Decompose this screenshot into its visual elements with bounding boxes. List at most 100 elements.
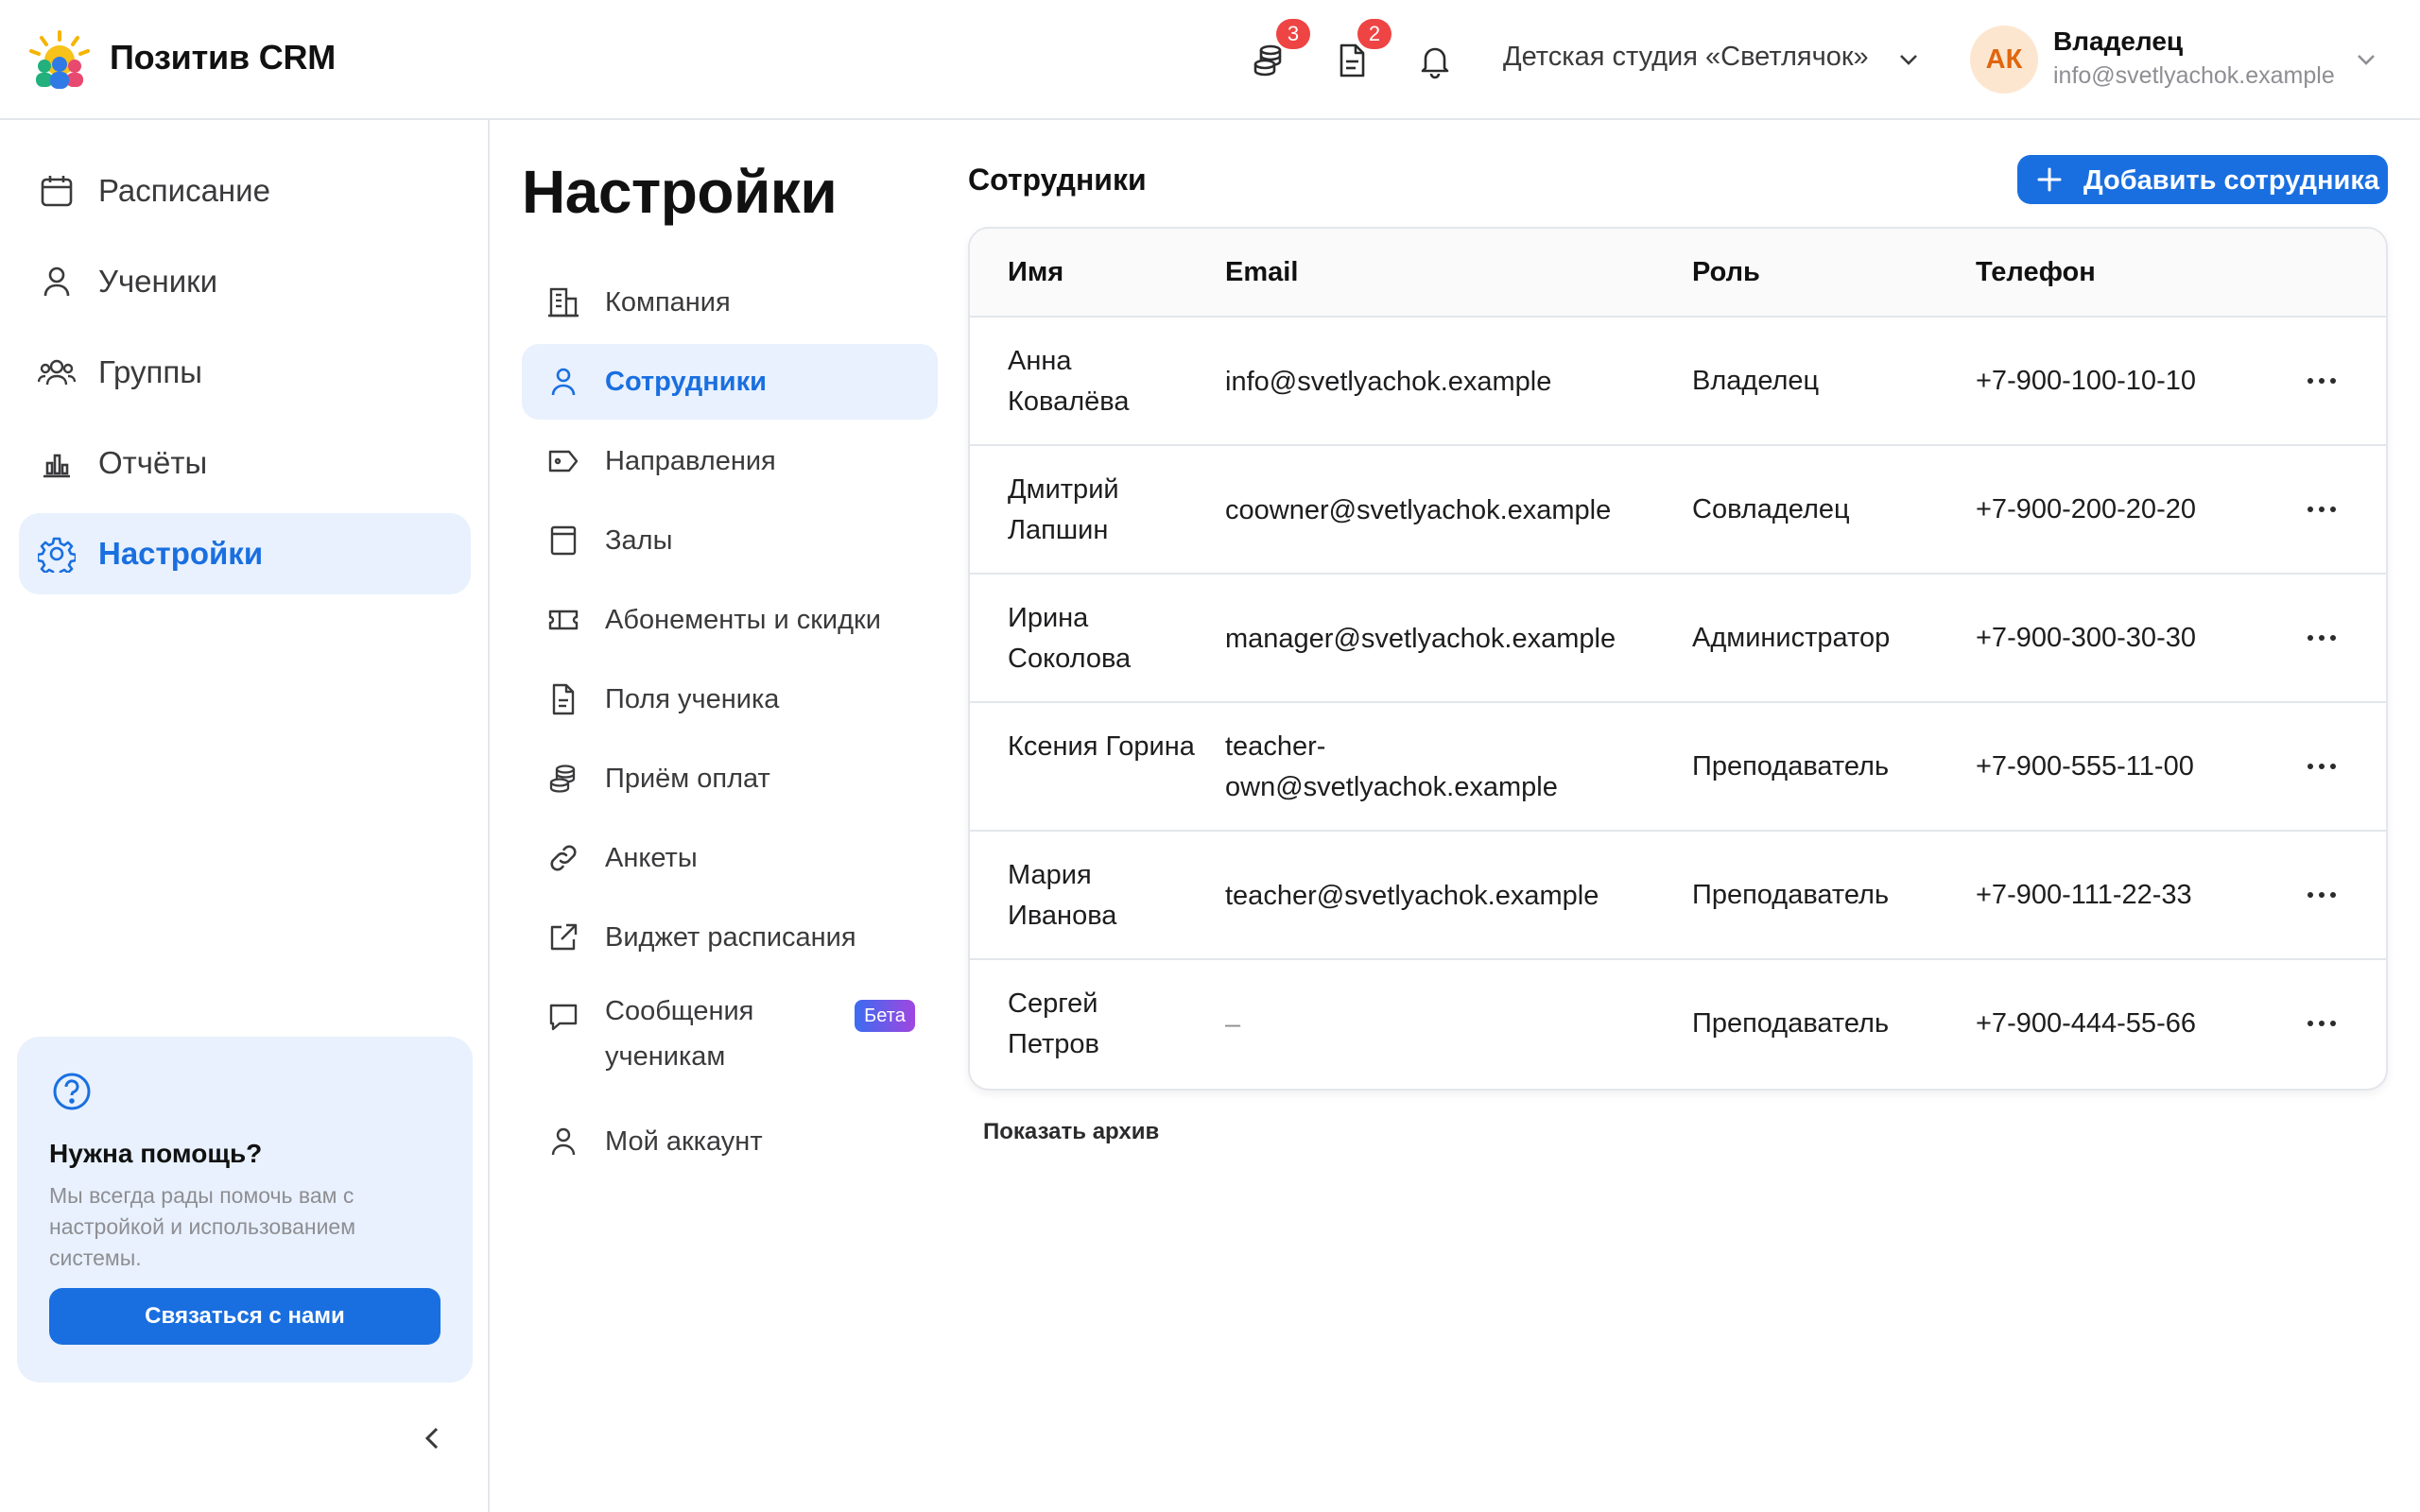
coins-icon	[549, 765, 576, 793]
organization-selector[interactable]: Детская студия «Светлячок»	[1503, 42, 1869, 73]
calendar-icon	[41, 176, 73, 207]
employee-phone: +7-900-111-22-33	[1976, 880, 2192, 910]
user-role[interactable]: Владелец	[2053, 26, 2183, 57]
gear-icon	[38, 537, 76, 573]
user-icon	[551, 368, 576, 396]
settings-item-label: Сотрудники	[605, 367, 767, 397]
settings-item-my-account[interactable]: Мой аккаунт	[522, 1104, 938, 1179]
avatar[interactable]: АК	[1970, 26, 2038, 94]
help-card: Нужна помощь? Мы всегда рады помочь вам …	[17, 1037, 473, 1383]
add-employee-label: Добавить сотрудника	[2083, 165, 2379, 196]
employee-role: Владелец	[1692, 366, 1820, 396]
external-link-icon	[550, 923, 578, 951]
documents-badge: 2	[1357, 19, 1392, 49]
employee-name: Ирина Соколова	[1008, 603, 1132, 674]
room-icon	[550, 525, 577, 556]
employee-phone: +7-900-444-55-66	[1976, 1008, 2196, 1039]
settings-item-label: Мой аккаунт	[605, 1126, 763, 1157]
chevron-left-icon[interactable]	[418, 1423, 448, 1453]
user-icon	[43, 266, 70, 297]
employee-phone: +7-900-555-11-00	[1976, 751, 2194, 782]
settings-item-forms[interactable]: Анкеты	[522, 820, 938, 896]
show-archive-link[interactable]: Показать архив	[983, 1119, 1159, 1145]
column-header-phone[interactable]: Телефон	[1976, 257, 2096, 288]
employee-role: Совладелец	[1692, 494, 1850, 524]
question-circle-icon	[53, 1073, 91, 1110]
user-email: info@svetlyachok.example	[2053, 62, 2335, 89]
more-options-icon[interactable]	[2303, 367, 2341, 395]
more-options-icon[interactable]	[2303, 1009, 2341, 1038]
table-row[interactable]: Ирина Соколова manager@svetlyachok.examp…	[970, 575, 2386, 703]
employee-phone: +7-900-200-20-20	[1976, 494, 2196, 524]
settings-item-subscriptions[interactable]: Абонементы и скидки	[522, 582, 938, 658]
employee-email: teacher@svetlyachok.example	[1225, 880, 1599, 911]
chevron-down-icon[interactable]	[2354, 47, 2378, 72]
plus-icon	[2037, 167, 2062, 192]
bar-chart-icon	[43, 454, 70, 478]
payments-badge: 3	[1276, 19, 1310, 49]
contact-us-button[interactable]: Связаться с нами	[49, 1288, 441, 1345]
beta-badge: Бета	[855, 1000, 915, 1032]
more-options-icon[interactable]	[2303, 495, 2341, 524]
chevron-down-icon[interactable]	[1896, 47, 1921, 72]
table-row[interactable]: Дмитрий Лапшин coowner@svetlyachok.examp…	[970, 446, 2386, 575]
settings-item-label: Абонементы и скидки	[605, 605, 881, 635]
settings-item-directions[interactable]: Направления	[522, 423, 938, 499]
bell-icon[interactable]	[1416, 42, 1454, 79]
employees-table: Имя Email Роль Телефон Анна Ковалёва inf…	[968, 227, 2388, 1091]
sidebar-item-label: Ученики	[98, 264, 218, 299]
table-row[interactable]: Ксения Горина teacher-own@svetlyachok.ex…	[970, 703, 2386, 832]
settings-item-rooms[interactable]: Залы	[522, 503, 938, 578]
sidebar-item-label: Группы	[98, 354, 202, 389]
settings-item-label: Приём оплат	[605, 764, 770, 794]
employee-name: Анна Ковалёва	[1008, 346, 1130, 417]
employee-email: coowner@svetlyachok.example	[1225, 494, 1612, 525]
settings-item-label: Сообщения ученикам	[605, 996, 754, 1072]
settings-item-label: Направления	[605, 446, 776, 476]
sidebar-item-schedule[interactable]: Расписание	[19, 150, 471, 232]
employee-name: Ксения Горина	[1008, 731, 1195, 762]
section-title: Сотрудники	[968, 163, 1147, 197]
user-icon	[551, 1127, 576, 1156]
message-icon	[549, 1004, 578, 1031]
settings-item-schedule-widget[interactable]: Виджет расписания	[522, 900, 938, 975]
ticket-icon	[548, 610, 579, 630]
column-header-email[interactable]: Email	[1225, 257, 1298, 288]
sidebar-item-reports[interactable]: Отчёты	[19, 422, 471, 504]
settings-item-student-fields[interactable]: Поля ученика	[522, 662, 938, 737]
employee-email: teacher-own@svetlyachok.example	[1225, 731, 1558, 802]
settings-item-label: Компания	[605, 287, 731, 318]
table-row[interactable]: Анна Ковалёва info@svetlyachok.example В…	[970, 318, 2386, 446]
main-sidebar: Расписание Ученики Группы Отчёты Настрой…	[0, 120, 490, 1512]
help-text: Мы всегда рады помочь вам с настройкой и…	[49, 1183, 356, 1270]
employee-email: manager@svetlyachok.example	[1225, 623, 1616, 654]
employee-role: Администратор	[1692, 623, 1891, 653]
sidebar-item-label: Отчёты	[98, 445, 208, 480]
sidebar-item-students[interactable]: Ученики	[19, 241, 471, 322]
employee-phone: +7-900-100-10-10	[1976, 366, 2196, 396]
brand-name[interactable]: Позитив CRM	[110, 38, 336, 77]
add-employee-button[interactable]: Добавить сотрудника	[2017, 155, 2388, 204]
document-icon	[552, 683, 575, 715]
column-header-name[interactable]: Имя	[1008, 257, 1063, 288]
more-options-icon[interactable]	[2303, 752, 2341, 781]
settings-item-employees[interactable]: Сотрудники	[522, 344, 938, 420]
settings-item-company[interactable]: Компания	[522, 265, 938, 340]
employee-email: –	[1225, 1008, 1241, 1040]
users-icon	[38, 359, 76, 386]
coins-icon	[1253, 44, 1282, 77]
sidebar-item-settings[interactable]: Настройки	[19, 513, 471, 594]
page-title: Настройки	[522, 158, 838, 226]
employee-name: Дмитрий Лапшин	[1008, 474, 1119, 545]
more-options-icon[interactable]	[2303, 881, 2341, 909]
table-row[interactable]: Мария Иванова teacher@svetlyachok.exampl…	[970, 832, 2386, 960]
brand-logo-icon[interactable]	[28, 30, 91, 89]
settings-item-payments[interactable]: Приём оплат	[522, 741, 938, 816]
column-header-role[interactable]: Роль	[1692, 257, 1760, 288]
settings-item-messages[interactable]: Сообщения ученикам Бета	[522, 979, 938, 1083]
table-row[interactable]: Сергей Петров – Преподаватель +7-900-444…	[970, 960, 2386, 1089]
settings-item-label: Анкеты	[605, 843, 698, 873]
sidebar-item-groups[interactable]: Группы	[19, 332, 471, 413]
more-options-icon[interactable]	[2303, 624, 2341, 652]
settings-item-label: Залы	[605, 525, 673, 556]
